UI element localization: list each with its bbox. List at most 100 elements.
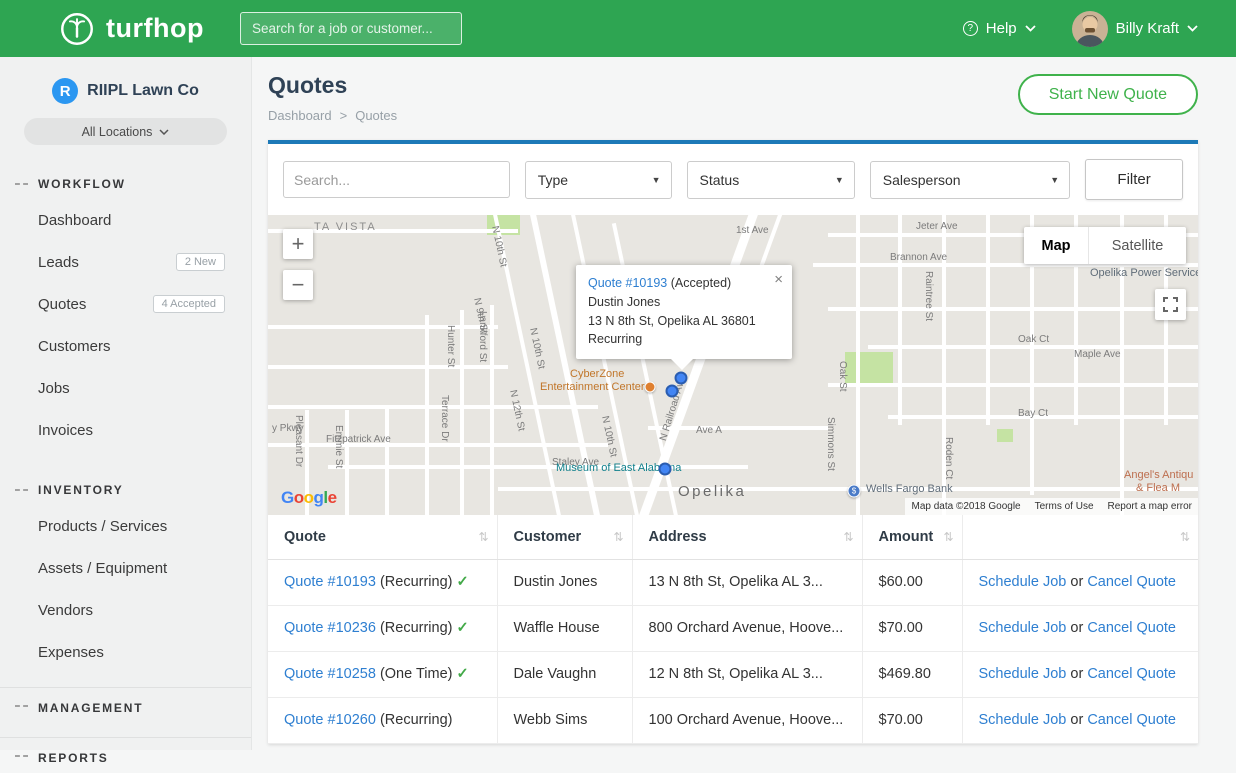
breadcrumb-dashboard[interactable]: Dashboard bbox=[268, 108, 332, 123]
user-menu[interactable]: Billy Kraft bbox=[1072, 11, 1198, 47]
sidebar-item-leads[interactable]: Leads2 New bbox=[0, 241, 251, 283]
accepted-check-icon: ✓ bbox=[456, 620, 468, 636]
map-road bbox=[460, 310, 464, 515]
map-data-credit: Map data ©2018 Google bbox=[911, 501, 1020, 512]
map-label-maple-ave: Maple Ave bbox=[1074, 349, 1121, 360]
map-label-ave-a: Ave A bbox=[696, 425, 722, 436]
map-label-opelika: Opelika bbox=[678, 483, 746, 500]
info-window-address: 13 N 8th St, Opelika AL 36801 bbox=[588, 312, 780, 331]
map-label-ta-vista: TA VISTA bbox=[314, 221, 377, 233]
satellite-type-button[interactable]: Satellite bbox=[1088, 227, 1186, 264]
salesperson-select[interactable]: Salesperson ▼ bbox=[870, 161, 1070, 199]
quote-row: Quote #10193 (Recurring)✓Dustin Jones13 … bbox=[268, 559, 1198, 605]
restaurant-poi-icon[interactable] bbox=[645, 382, 656, 393]
info-window-status: (Accepted) bbox=[671, 276, 731, 290]
schedule-job-link[interactable]: Schedule Job bbox=[979, 574, 1067, 590]
help-icon: ? bbox=[963, 21, 978, 36]
type-select-label: Type bbox=[538, 172, 568, 188]
map-label-bay-ct: Bay Ct bbox=[1018, 408, 1048, 419]
sidebar-item-dashboard[interactable]: Dashboard bbox=[0, 199, 251, 241]
quote-cell: Quote #10258 (One Time)✓ bbox=[268, 651, 497, 697]
map-type-button[interactable]: Map bbox=[1024, 227, 1088, 264]
brand-logo[interactable]: turfhop bbox=[58, 10, 204, 48]
sidebar-item-invoices[interactable]: Invoices bbox=[0, 409, 251, 451]
sort-icon[interactable]: ⇅ bbox=[478, 530, 488, 544]
cancel-quote-link[interactable]: Cancel Quote bbox=[1087, 574, 1176, 590]
fullscreen-button[interactable] bbox=[1155, 289, 1186, 320]
terms-of-use-link[interactable]: Terms of Use bbox=[1035, 501, 1094, 512]
zoom-in-button[interactable]: + bbox=[283, 229, 313, 259]
breadcrumb-current: Quotes bbox=[355, 108, 397, 123]
sort-icon[interactable]: ⇅ bbox=[1180, 530, 1190, 544]
map-park bbox=[997, 429, 1013, 442]
cancel-quote-link[interactable]: Cancel Quote bbox=[1087, 620, 1176, 636]
topbar: turfhop ? Help Billy Kraft bbox=[0, 0, 1236, 57]
info-window-quote-link[interactable]: Quote #10193 bbox=[588, 276, 667, 290]
status-select[interactable]: Status ▼ bbox=[687, 161, 855, 199]
start-new-quote-button[interactable]: Start New Quote bbox=[1018, 74, 1198, 115]
sort-icon[interactable]: ⇅ bbox=[613, 530, 623, 544]
section-dash-icon bbox=[15, 489, 28, 491]
map[interactable]: TA VISTAJeter Ave1st AveBrannon AveOpeli… bbox=[268, 215, 1198, 515]
type-select[interactable]: Type ▼ bbox=[525, 161, 672, 199]
address-cell: 100 Orchard Avenue, Hoove... bbox=[632, 697, 862, 743]
quote-row: Quote #10260 (Recurring)Webb Sims100 Orc… bbox=[268, 697, 1198, 743]
quote-map-marker[interactable] bbox=[666, 385, 679, 398]
quote-link[interactable]: Quote #10260 bbox=[284, 712, 376, 728]
help-label: Help bbox=[986, 20, 1017, 37]
amount-cell: $70.00 bbox=[862, 697, 962, 743]
cancel-quote-link[interactable]: Cancel Quote bbox=[1087, 712, 1176, 728]
column-header-customer[interactable]: Customer⇅ bbox=[497, 515, 632, 559]
sidebar-item-customers[interactable]: Customers bbox=[0, 325, 251, 367]
quote-link[interactable]: Quote #10236 bbox=[284, 620, 376, 636]
chevron-down-icon bbox=[1187, 25, 1198, 32]
column-header-amount[interactable]: Amount⇅ bbox=[862, 515, 962, 559]
zoom-out-button[interactable]: − bbox=[283, 270, 313, 300]
user-name: Billy Kraft bbox=[1116, 20, 1179, 37]
main-content: Quotes Dashboard > Quotes Start New Quot… bbox=[252, 57, 1236, 750]
sort-icon[interactable]: ⇅ bbox=[843, 530, 853, 544]
location-selector[interactable]: All Locations bbox=[24, 118, 227, 145]
sort-icon[interactable]: ⇅ bbox=[943, 530, 953, 544]
sidebar-section-inventory: INVENTORY bbox=[0, 475, 251, 505]
schedule-job-link[interactable]: Schedule Job bbox=[979, 620, 1067, 636]
page-title: Quotes bbox=[268, 72, 397, 99]
bank-poi-icon[interactable]: $ bbox=[848, 485, 861, 498]
sidebar-item-products-services[interactable]: Products / Services bbox=[0, 505, 251, 547]
map-info-window: Quote #10193 (Accepted) Dustin Jones 13 … bbox=[576, 265, 792, 359]
schedule-job-link[interactable]: Schedule Job bbox=[979, 712, 1067, 728]
help-menu[interactable]: ? Help bbox=[963, 20, 1036, 37]
customer-cell: Webb Sims bbox=[497, 697, 632, 743]
sidebar-item-jobs[interactable]: Jobs bbox=[0, 367, 251, 409]
quote-map-marker[interactable] bbox=[659, 463, 672, 476]
map-road bbox=[490, 305, 494, 515]
quotes-search-input[interactable] bbox=[283, 161, 510, 198]
quote-cell: Quote #10236 (Recurring)✓ bbox=[268, 605, 497, 651]
quote-link[interactable]: Quote #10193 bbox=[284, 574, 376, 590]
company-name: RIIPL Lawn Co bbox=[87, 82, 199, 100]
quote-row: Quote #10258 (One Time)✓Dale Vaughn12 N … bbox=[268, 651, 1198, 697]
column-header-quote[interactable]: Quote⇅ bbox=[268, 515, 497, 559]
column-header-address[interactable]: Address⇅ bbox=[632, 515, 862, 559]
global-search-input[interactable] bbox=[240, 12, 462, 45]
sidebar-item-assets-equipment[interactable]: Assets / Equipment bbox=[0, 547, 251, 589]
cancel-quote-link[interactable]: Cancel Quote bbox=[1087, 666, 1176, 682]
map-label-entertainment-center: Entertainment Center bbox=[540, 381, 645, 393]
sidebar-badge: 4 Accepted bbox=[153, 295, 225, 313]
column-header-actions[interactable]: ⇅ bbox=[962, 515, 1198, 559]
map-label-fitzpatrick-ave: Fitzpatrick Ave bbox=[326, 434, 391, 445]
map-road bbox=[328, 465, 748, 469]
quote-map-marker[interactable] bbox=[675, 372, 688, 385]
sidebar-item-quotes[interactable]: Quotes4 Accepted bbox=[0, 283, 251, 325]
info-window-close-icon[interactable]: × bbox=[774, 269, 783, 292]
map-label-cyberzone: CyberZone bbox=[570, 368, 624, 380]
company: R RIIPL Lawn Co bbox=[0, 57, 251, 104]
report-map-error-link[interactable]: Report a map error bbox=[1108, 501, 1192, 512]
map-road bbox=[385, 405, 389, 515]
sidebar-item-expenses[interactable]: Expenses bbox=[0, 631, 251, 673]
sidebar-item-vendors[interactable]: Vendors bbox=[0, 589, 251, 631]
filter-button[interactable]: Filter bbox=[1085, 159, 1183, 200]
schedule-job-link[interactable]: Schedule Job bbox=[979, 666, 1067, 682]
google-logo[interactable]: Google bbox=[281, 488, 337, 508]
quote-link[interactable]: Quote #10258 bbox=[284, 666, 376, 682]
